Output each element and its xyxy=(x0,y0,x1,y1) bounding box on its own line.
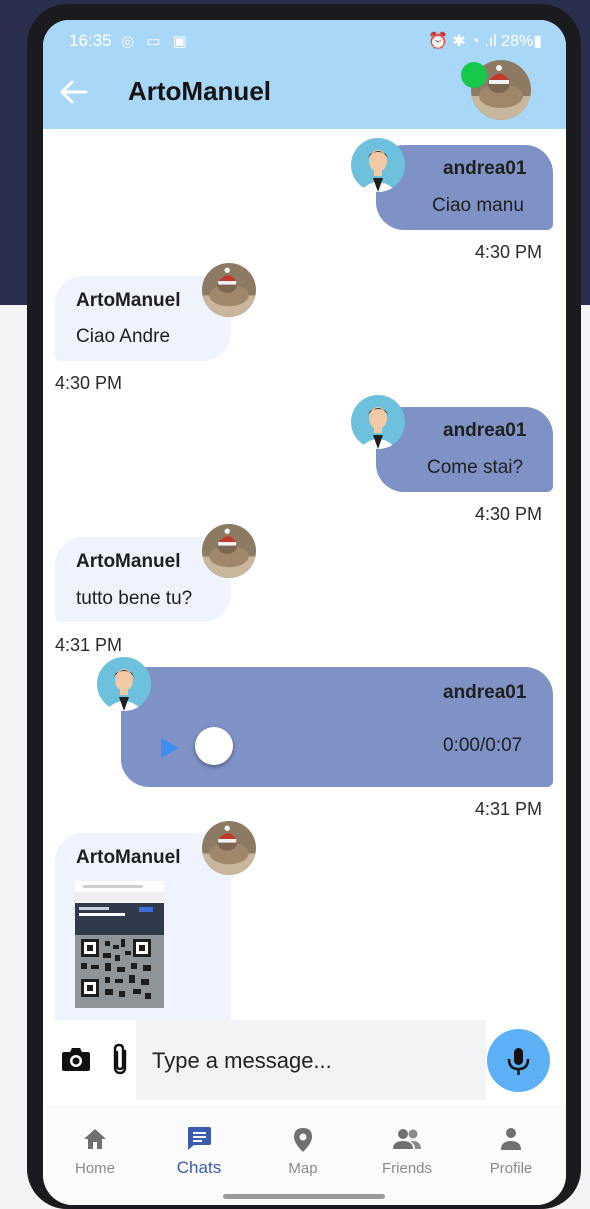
message-sender: ArtoManuel xyxy=(76,847,181,868)
message-sender: ArtoManuel xyxy=(76,551,181,572)
chat-screen: 16:35 ◎ ▭ ▣ ⏰ ✱ ◔ .ıl 28%▮ ArtoManuel an… xyxy=(43,20,566,1205)
chat-title: ArtoManuel xyxy=(128,76,271,106)
qr-code-screenshot-icon xyxy=(75,881,164,1008)
message-text: Ciao manu xyxy=(432,195,524,216)
nav-label: Chats xyxy=(176,1158,222,1177)
sender-avatar xyxy=(202,524,256,578)
nav-label: Friends xyxy=(381,1160,433,1177)
bottom-navigation: Home Chats Map Friends Profile xyxy=(43,1105,566,1205)
online-status-dot xyxy=(461,62,487,88)
home-icon xyxy=(84,1129,106,1149)
nav-home[interactable]: Home xyxy=(43,1105,147,1205)
nav-friends[interactable]: Friends xyxy=(355,1105,459,1205)
nav-profile[interactable]: Profile xyxy=(459,1105,563,1205)
message-text: Ciao Andre xyxy=(76,326,171,347)
message-time: 4:30 PM xyxy=(55,373,123,393)
sender-avatar xyxy=(97,657,151,711)
message-time: 4:31 PM xyxy=(475,799,543,819)
nav-label: Map xyxy=(288,1160,318,1177)
sender-avatar xyxy=(351,395,405,449)
nav-chats[interactable]: Chats xyxy=(147,1105,251,1205)
message-time: 4:30 PM xyxy=(475,242,543,262)
chat-header: 16:35 ◎ ▭ ▣ ⏰ ✱ ◔ .ıl 28%▮ ArtoManuel xyxy=(43,20,566,129)
paperclip-icon[interactable] xyxy=(108,1042,132,1076)
message-time: 4:30 PM xyxy=(475,504,543,524)
message-text: Come stai? xyxy=(427,457,524,478)
image-attachment[interactable] xyxy=(75,881,164,1008)
status-system-icons: ⏰ ✱ ◔ .ıl 28%▮ xyxy=(427,33,542,50)
status-notification-icons: ◎ ▭ ▣ xyxy=(121,33,191,50)
camera-icon[interactable] xyxy=(61,1046,91,1072)
status-time: 16:35 xyxy=(69,31,112,50)
user-avatar-icon xyxy=(351,395,405,449)
mic-icon xyxy=(507,1048,530,1075)
people-icon xyxy=(393,1129,421,1149)
audio-seek-handle[interactable] xyxy=(195,727,233,765)
cat-photo-icon xyxy=(202,263,256,317)
nav-label: Home xyxy=(74,1160,115,1177)
home-indicator xyxy=(223,1194,385,1199)
audio-duration: 0:00/0:07 xyxy=(443,735,523,756)
sender-avatar xyxy=(351,138,405,192)
voice-record-button[interactable] xyxy=(487,1029,550,1092)
user-avatar-icon xyxy=(97,657,151,711)
chat-icon xyxy=(188,1127,211,1150)
message-sender: andrea01 xyxy=(443,420,527,441)
arrow-left-icon[interactable] xyxy=(58,78,88,106)
person-icon xyxy=(501,1128,521,1150)
message-time: 4:31 PM xyxy=(55,635,123,655)
message-sender: andrea01 xyxy=(443,682,527,703)
cat-photo-icon xyxy=(202,524,256,578)
message-input[interactable] xyxy=(152,1048,472,1074)
play-icon[interactable] xyxy=(159,737,181,759)
nav-map[interactable]: Map xyxy=(251,1105,355,1205)
message-text: tutto bene tu? xyxy=(76,588,193,609)
nav-label: Profile xyxy=(489,1160,533,1177)
message-sender: andrea01 xyxy=(443,158,527,179)
sender-avatar xyxy=(202,263,256,317)
sender-avatar xyxy=(202,821,256,875)
message-sender: ArtoManuel xyxy=(76,290,181,311)
cat-photo-icon xyxy=(202,821,256,875)
location-pin-icon xyxy=(294,1128,312,1152)
user-avatar-icon xyxy=(351,138,405,192)
